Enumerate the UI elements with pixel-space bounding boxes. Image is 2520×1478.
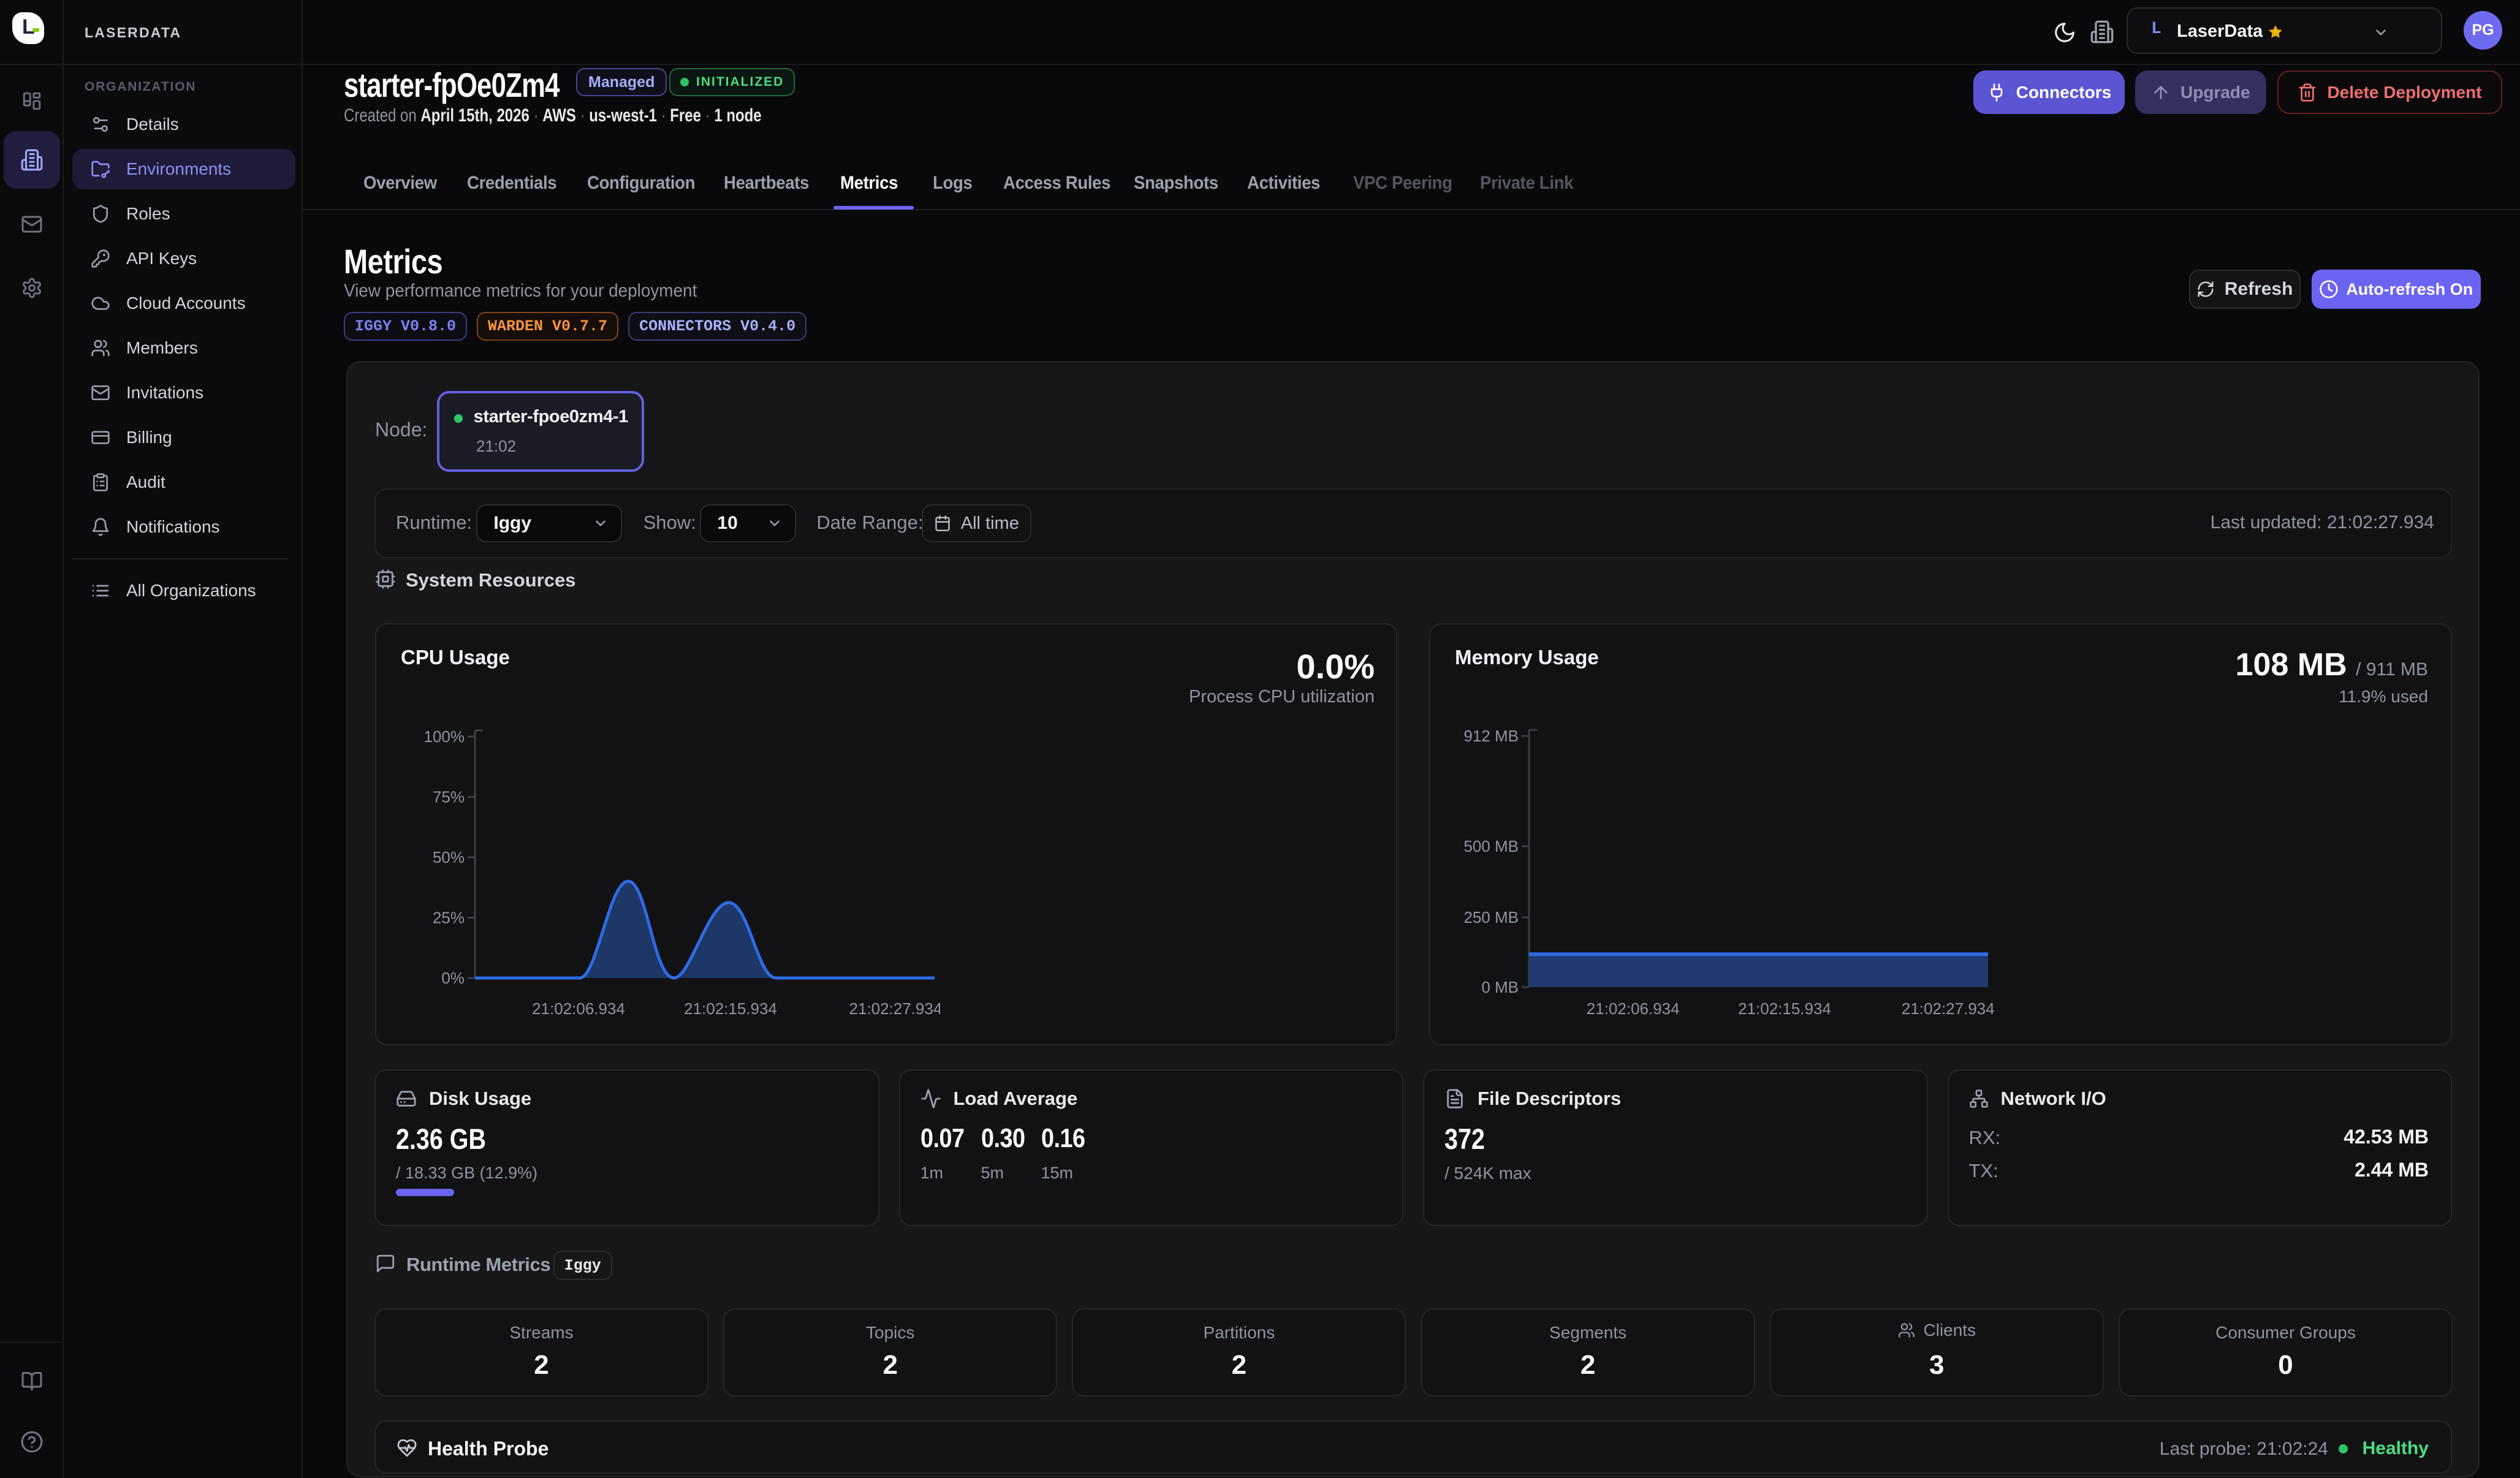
svg-text:75%: 75% <box>433 788 465 806</box>
svg-text:250 MB: 250 MB <box>1463 908 1519 927</box>
svg-text:21:02:15.934: 21:02:15.934 <box>1738 999 1831 1018</box>
svg-text:100%: 100% <box>424 727 465 746</box>
svg-text:21:02:06.934: 21:02:06.934 <box>1587 999 1680 1018</box>
svg-text:25%: 25% <box>433 909 465 927</box>
svg-text:21:02:27.934: 21:02:27.934 <box>1902 999 1994 1018</box>
svg-text:0%: 0% <box>441 969 465 987</box>
svg-text:21:02:27.934: 21:02:27.934 <box>849 999 940 1018</box>
svg-text:21:02:06.934: 21:02:06.934 <box>532 999 625 1018</box>
svg-text:50%: 50% <box>433 848 465 866</box>
svg-text:500 MB: 500 MB <box>1463 837 1519 855</box>
svg-text:21:02:15.934: 21:02:15.934 <box>684 999 777 1018</box>
svg-text:0 MB: 0 MB <box>1481 978 1519 996</box>
svg-text:912 MB: 912 MB <box>1463 727 1519 745</box>
